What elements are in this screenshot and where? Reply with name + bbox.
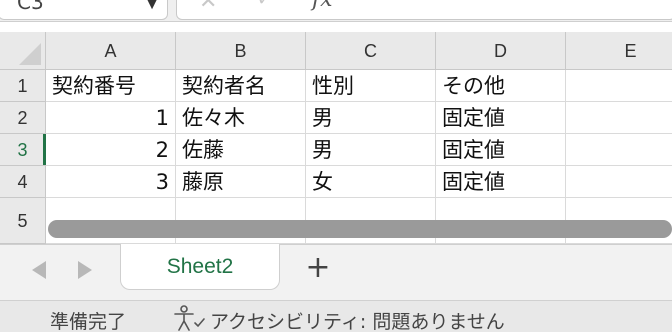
cancel-x-icon[interactable]: ✕ (199, 0, 217, 14)
cell-d1[interactable]: その他 (436, 70, 566, 102)
chevron-left-icon[interactable] (32, 261, 46, 279)
add-sheet-button[interactable]: + (298, 251, 338, 285)
row-header-4[interactable]: 4 (0, 166, 46, 198)
cell-b3[interactable]: 佐藤 (176, 134, 306, 166)
cell-d3[interactable]: 固定値 (436, 134, 566, 166)
formula-input[interactable]: ✕ ✓ fx (176, 0, 672, 20)
horizontal-scrollbar[interactable] (48, 220, 672, 238)
cell-b4[interactable]: 藤原 (176, 166, 306, 198)
cell-c3[interactable]: 男 (306, 134, 436, 166)
name-box-value: C3 (17, 0, 44, 14)
confirm-check-icon[interactable]: ✓ (257, 0, 272, 10)
row-header-3[interactable]: 3 (0, 134, 46, 166)
cell-d4[interactable]: 固定値 (436, 166, 566, 198)
accessibility-status-text[interactable]: アクセシビリティ: 問題ありません (210, 307, 505, 332)
sheet-tab-sheet2[interactable]: Sheet2 (120, 244, 280, 290)
chevron-right-icon[interactable] (78, 261, 92, 279)
column-header-b[interactable]: B (176, 32, 306, 70)
cell-e3[interactable] (566, 134, 672, 166)
column-header-e[interactable]: E (566, 32, 672, 70)
cell-c4[interactable]: 女 (306, 166, 436, 198)
row-header-2[interactable]: 2 (0, 102, 46, 134)
cell-b1[interactable]: 契約者名 (176, 70, 306, 102)
cell-d2[interactable]: 固定値 (436, 102, 566, 134)
status-bar: 準備完了 アクセシビリティ: 問題ありません (0, 300, 672, 332)
cell-a3[interactable]: 2 (46, 134, 176, 166)
select-all-triangle-icon (19, 43, 41, 65)
chevron-down-icon[interactable]: ▼ (145, 0, 159, 21)
accessibility-icon[interactable] (172, 305, 206, 331)
select-all-corner[interactable] (0, 32, 46, 70)
cell-c1[interactable]: 性別 (306, 70, 436, 102)
cell-e2[interactable] (566, 102, 672, 134)
fx-icon[interactable]: fx (312, 0, 333, 12)
sheet-tab-bar: Sheet2 + (0, 244, 672, 300)
status-ready-text: 準備完了 (50, 311, 127, 332)
cell-e1[interactable] (566, 70, 672, 102)
cell-b2[interactable]: 佐々木 (176, 102, 306, 134)
row-header-1[interactable]: 1 (0, 70, 46, 102)
column-header-a[interactable]: A (46, 32, 176, 70)
cell-a2[interactable]: 1 (46, 102, 176, 134)
cell-a1[interactable]: 契約番号 (46, 70, 176, 102)
cell-c2[interactable]: 男 (306, 102, 436, 134)
row-header-5[interactable]: 5 (0, 198, 46, 244)
cell-e4[interactable] (566, 166, 672, 198)
name-box[interactable]: C3 ▼ (0, 0, 168, 20)
column-header-c[interactable]: C (306, 32, 436, 70)
cell-a4[interactable]: 3 (46, 166, 176, 198)
formula-bar: C3 ▼ ✕ ✓ fx (0, 0, 672, 22)
column-header-d[interactable]: D (436, 32, 566, 70)
